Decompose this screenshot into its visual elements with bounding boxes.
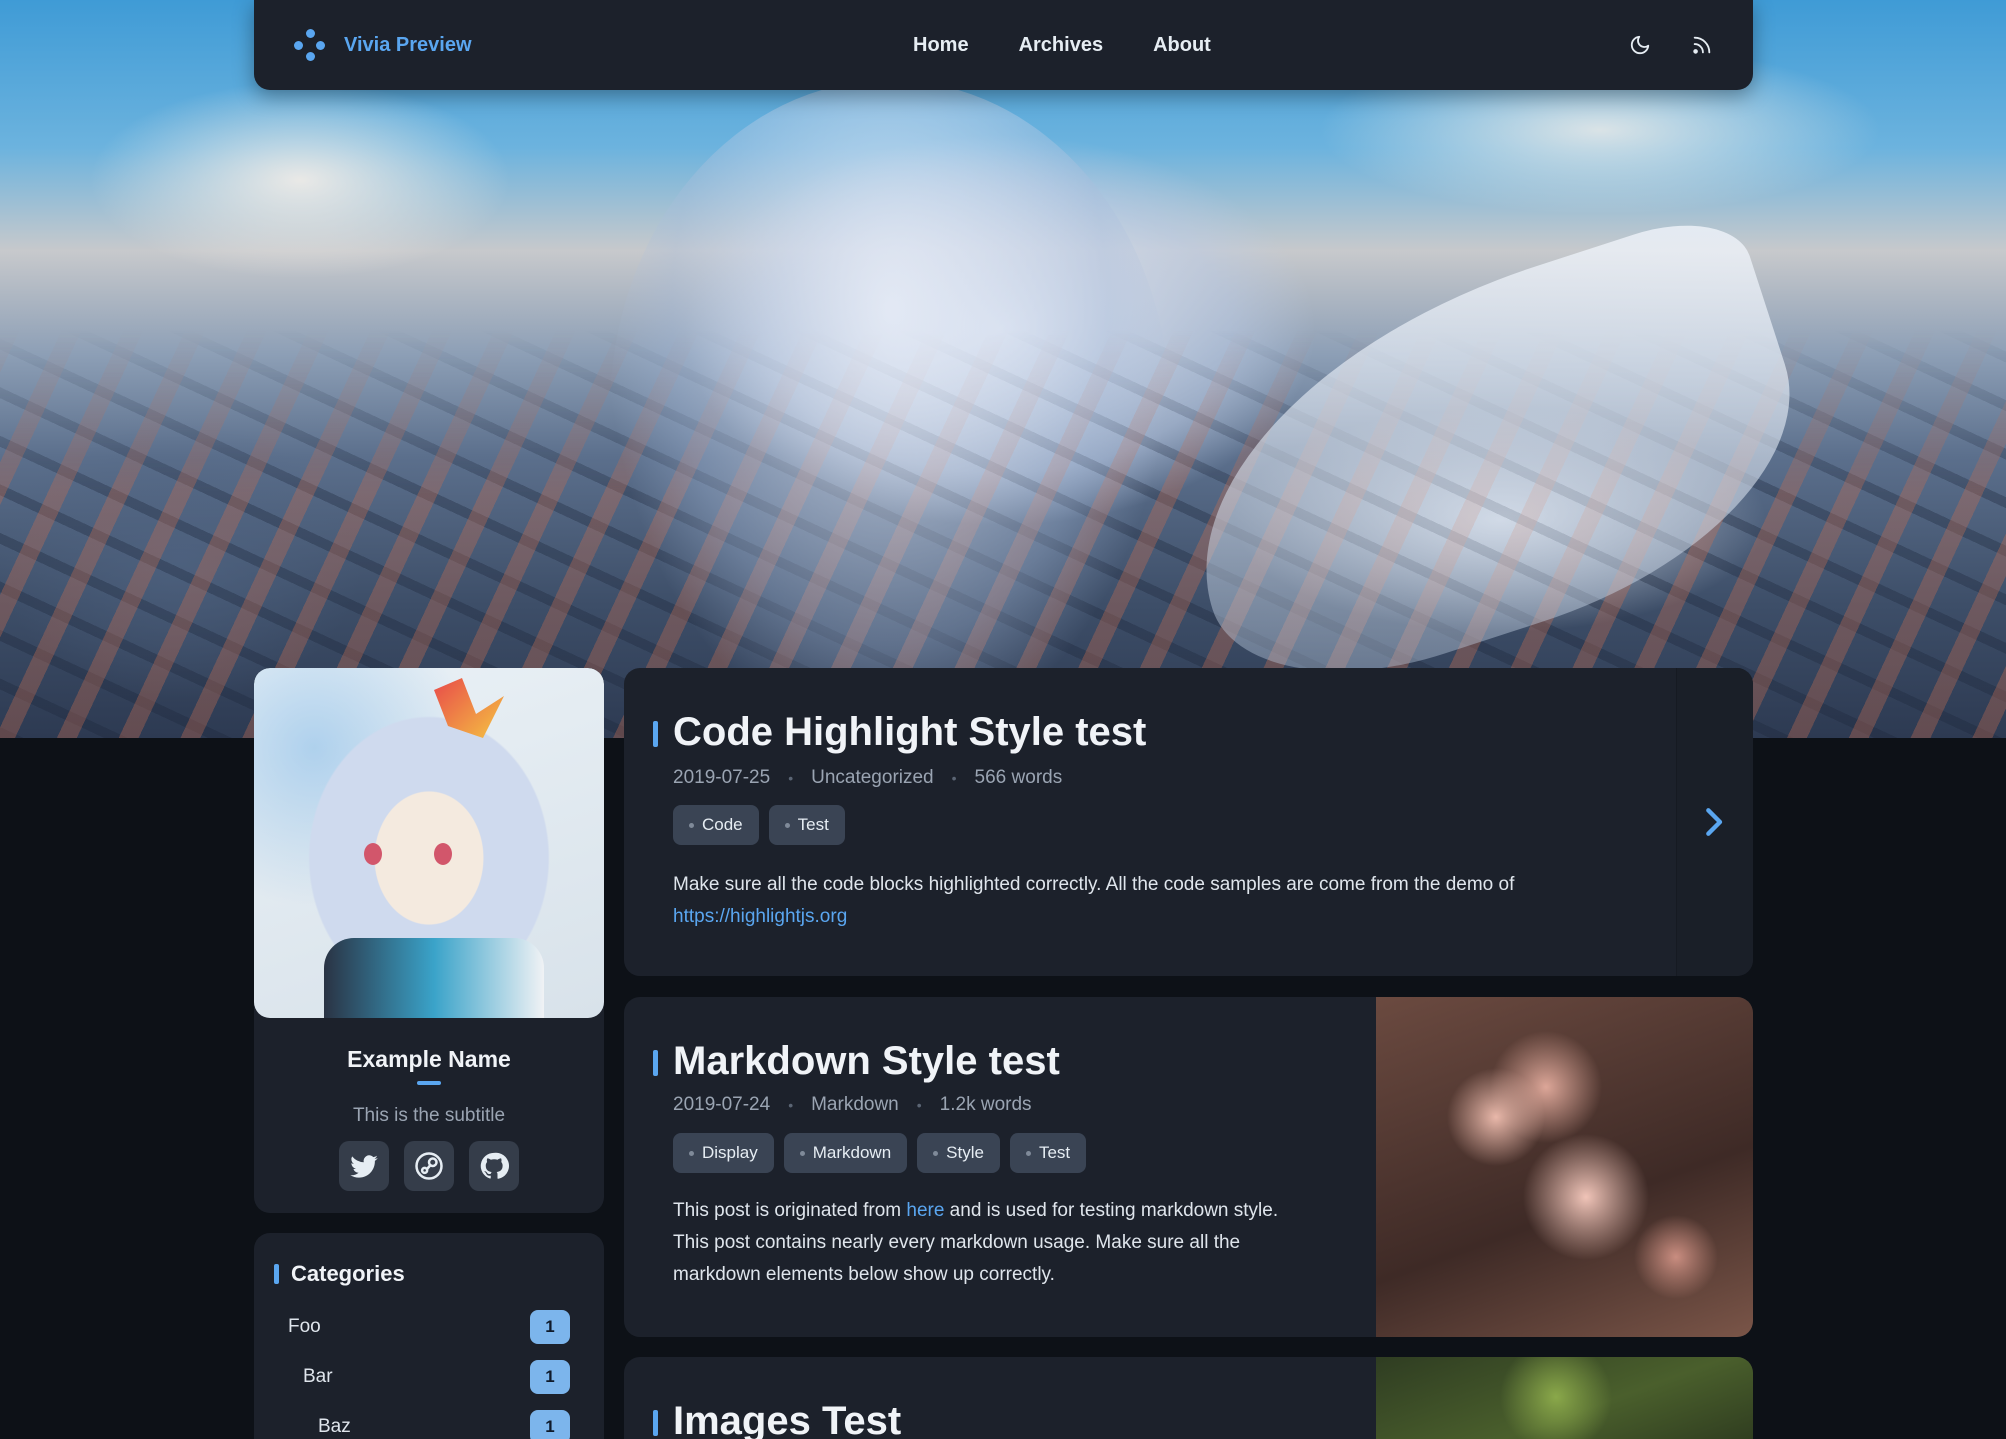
- tag-label: Style: [946, 1143, 984, 1162]
- tag-markdown[interactable]: Markdown: [783, 1133, 908, 1173]
- tag-dot: [689, 1150, 694, 1156]
- brand[interactable]: Vivia Preview: [294, 0, 472, 90]
- tag-code[interactable]: Code: [673, 805, 759, 845]
- meta-separator: •: [788, 1097, 794, 1113]
- categories-title: Categories: [274, 1261, 405, 1287]
- post-date: 2019-07-24: [673, 1094, 771, 1115]
- post-card-markdown: Markdown Style test 2019-07-24 • Markdow…: [624, 997, 1753, 1337]
- profile-name: Example Name: [347, 1046, 511, 1072]
- post-title[interactable]: Images Test: [673, 1399, 901, 1439]
- post-category[interactable]: Uncategorized: [811, 767, 934, 789]
- avatar: [254, 668, 604, 1018]
- steam-button[interactable]: [404, 1141, 454, 1191]
- profile-subtitle: This is the subtitle: [352, 1105, 506, 1126]
- post-excerpt: Make sure all the code blocks highlighte…: [673, 869, 1673, 933]
- post-title[interactable]: Code Highlight Style test: [673, 710, 1146, 755]
- category-item-baz[interactable]: Baz 1: [254, 1409, 604, 1439]
- category-name: Bar: [303, 1366, 333, 1387]
- post-category[interactable]: Markdown: [811, 1094, 899, 1116]
- excerpt-line: markdown elements below show up correctl…: [673, 1264, 1055, 1285]
- meta-separator: •: [951, 770, 957, 786]
- avatar-eye-right: [434, 843, 452, 865]
- read-more-button[interactable]: [1677, 668, 1753, 976]
- hero-banner: [0, 0, 2006, 738]
- twitter-button[interactable]: [339, 1141, 389, 1191]
- chevron-right-icon: [1706, 808, 1723, 836]
- categories-card: Categories Foo 1 Bar 1 Baz 1: [254, 1233, 604, 1439]
- moon-icon[interactable]: [1629, 34, 1651, 56]
- post-meta: 2019-07-24 • Markdown • 1.2k words: [673, 1094, 1032, 1116]
- twitter-icon: [350, 1155, 378, 1178]
- tag-dot: [799, 1150, 805, 1156]
- post-excerpt: This post is originated from here and is…: [673, 1195, 1353, 1291]
- category-item-bar[interactable]: Bar 1: [254, 1359, 604, 1395]
- tag-label: Code: [702, 815, 743, 834]
- excerpt-text: and is used for testing markdown style.: [944, 1200, 1279, 1221]
- nav-about[interactable]: About: [1153, 34, 1211, 57]
- post-card-code-highlight: Code Highlight Style test 2019-07-25 • U…: [624, 668, 1753, 976]
- post-card-images-test: Images Test: [624, 1357, 1753, 1439]
- github-icon: [480, 1152, 509, 1179]
- meta-separator: •: [788, 770, 794, 786]
- nav-home[interactable]: Home: [913, 34, 969, 57]
- tag-dot: [689, 822, 694, 828]
- avatar-shirt: [324, 938, 544, 1018]
- steam-icon: [415, 1152, 443, 1180]
- excerpt-link[interactable]: https://highlightjs.org: [673, 906, 847, 927]
- nav-links: Home Archives About: [913, 0, 1211, 90]
- social-links: [254, 1141, 604, 1191]
- name-underline: [417, 1081, 441, 1085]
- nav-actions: [1629, 0, 1713, 90]
- github-button[interactable]: [469, 1141, 519, 1191]
- nav-archives[interactable]: Archives: [1019, 34, 1104, 57]
- hero-character: [610, 80, 1170, 738]
- excerpt-line: Make sure all the code blocks highlighte…: [673, 874, 1515, 895]
- tag-style[interactable]: Style: [917, 1133, 1000, 1173]
- categories-heading: Categories: [291, 1261, 405, 1286]
- tag-test[interactable]: Test: [768, 805, 845, 845]
- post-date: 2019-07-25: [673, 767, 771, 788]
- rss-icon[interactable]: [1691, 34, 1713, 56]
- category-count-badge: 1: [530, 1360, 570, 1394]
- post-tags: Display Markdown Style Test: [673, 1133, 1087, 1173]
- category-count-badge: 1: [530, 1410, 570, 1439]
- excerpt-line: This post contains nearly every markdown…: [673, 1232, 1241, 1253]
- post-word-count: 566 words: [974, 767, 1063, 788]
- category-name: Baz: [318, 1416, 351, 1437]
- tag-label: Markdown: [812, 1143, 892, 1162]
- tag-test[interactable]: Test: [1009, 1133, 1087, 1173]
- avatar-eye-left: [364, 843, 382, 865]
- tag-dot: [933, 1150, 939, 1156]
- title-accent-bar: [274, 1264, 279, 1284]
- category-count-badge: 1: [530, 1310, 570, 1344]
- post-title[interactable]: Markdown Style test: [673, 1039, 1060, 1084]
- excerpt-line: This post is originated from here and is…: [673, 1195, 1353, 1227]
- brand-title[interactable]: Vivia Preview: [344, 34, 472, 57]
- post-tags: Code Test: [673, 805, 845, 845]
- tag-label: Test: [1038, 1143, 1071, 1162]
- hair-ornament: [434, 678, 504, 738]
- excerpt-text: This post is originated from: [673, 1200, 907, 1221]
- tag-dot: [784, 822, 790, 828]
- tag-dot: [1025, 1150, 1031, 1156]
- category-item-foo[interactable]: Foo 1: [254, 1309, 604, 1345]
- category-name: Foo: [288, 1316, 321, 1337]
- dots-logo-icon: [294, 29, 326, 61]
- post-thumbnail-greenery[interactable]: [1376, 1357, 1753, 1439]
- post-word-count: 1.2k words: [939, 1094, 1032, 1115]
- post-meta: 2019-07-25 • Uncategorized • 566 words: [673, 767, 1062, 789]
- title-accent-bar: [653, 1050, 658, 1076]
- post-thumbnail-flowers[interactable]: [1376, 997, 1753, 1337]
- title-accent-bar: [653, 721, 658, 747]
- tag-display[interactable]: Display: [673, 1133, 774, 1173]
- title-accent-bar: [653, 1410, 658, 1436]
- profile-card: Example Name This is the subtitle: [254, 668, 604, 1213]
- excerpt-link[interactable]: here: [906, 1200, 944, 1221]
- tag-label: Test: [797, 815, 829, 834]
- tag-label: Display: [702, 1143, 758, 1162]
- meta-separator: •: [916, 1097, 922, 1113]
- top-navbar: Vivia Preview Home Archives About: [254, 0, 1753, 90]
